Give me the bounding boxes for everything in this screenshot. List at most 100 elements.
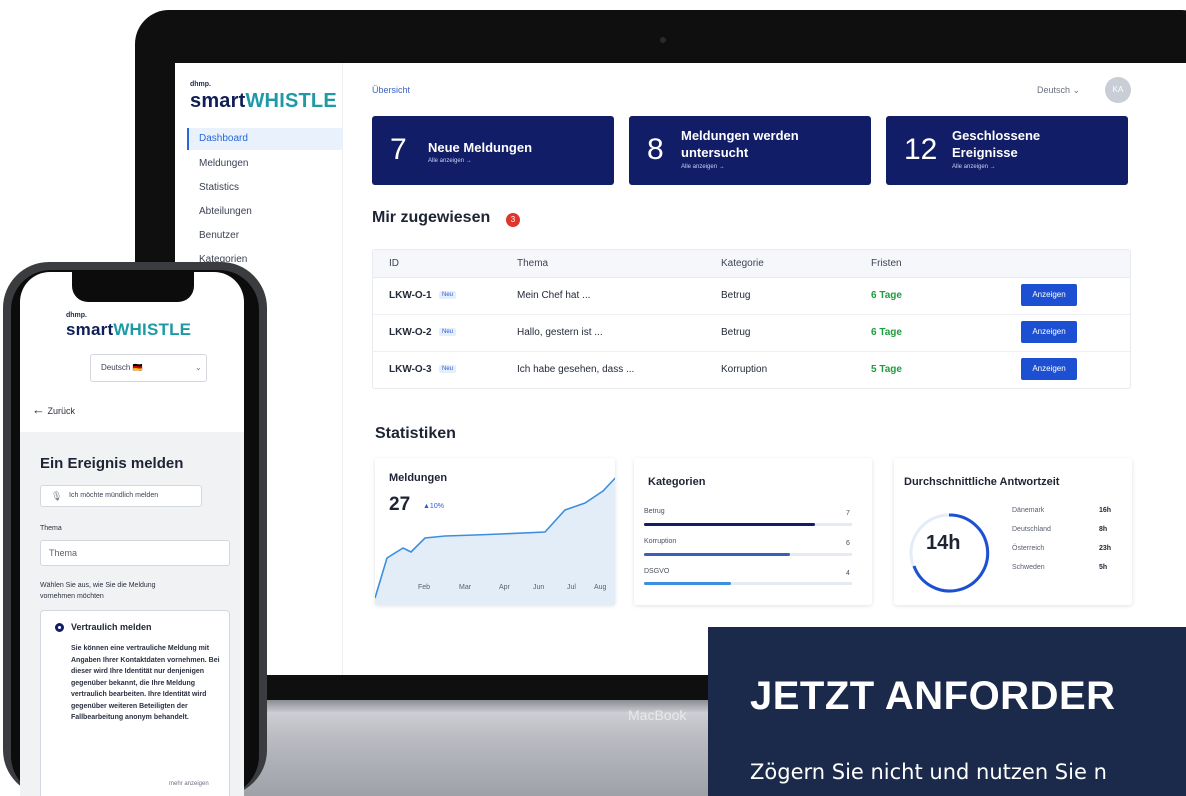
sidebar-item-abteilungen[interactable]: Abteilungen bbox=[187, 201, 343, 223]
column-id[interactable]: ID bbox=[389, 258, 399, 269]
category-bar-fill bbox=[644, 553, 790, 556]
row-topic: Hallo, gestern ist ... bbox=[517, 327, 603, 338]
laptop-camera bbox=[660, 37, 666, 43]
sidebar-item-dashboard[interactable]: Dashboard bbox=[187, 128, 343, 150]
cta-title: JETZT ANFORDER bbox=[750, 674, 1116, 718]
stat-title: Neue Meldungen bbox=[428, 140, 533, 155]
category-label: Korruption bbox=[644, 538, 677, 545]
assigned-count-badge: 3 bbox=[506, 213, 520, 227]
country-hours: 23h bbox=[1099, 545, 1112, 552]
category-bar bbox=[644, 553, 852, 556]
chevron-down-icon: ⌄ bbox=[195, 363, 202, 372]
topic-input[interactable]: Thema bbox=[40, 540, 230, 566]
stat-title-line2: Ereignisse bbox=[952, 145, 1018, 160]
reports-panel: Meldungen 27 ▲10% Feb Mar Apr Jun Jul Au… bbox=[375, 458, 615, 605]
breadcrumb[interactable]: Übersicht bbox=[372, 85, 410, 95]
sidebar-item-benutzer[interactable]: Benutzer bbox=[187, 225, 343, 247]
stage: MacBook dhmp. smartWHISTLE Dashboard Mel… bbox=[0, 0, 1186, 796]
reports-line-chart bbox=[375, 477, 615, 605]
stat-link[interactable]: Alle anzeigen → bbox=[681, 164, 725, 170]
table-header: ID Thema Kategorie Fristen bbox=[373, 250, 1130, 278]
month-label: Feb bbox=[418, 584, 431, 591]
category-bar bbox=[644, 582, 852, 585]
new-badge: Neu bbox=[439, 291, 457, 299]
category-bar-fill bbox=[644, 523, 815, 526]
stat-card-closed[interactable]: 12 Geschlossene Ereignisse Alle anzeigen… bbox=[886, 116, 1128, 185]
dashboard-screen: dhmp. smartWHISTLE Dashboard Meldungen S… bbox=[175, 63, 1186, 675]
sidebar-item-meldungen[interactable]: Meldungen bbox=[187, 153, 343, 175]
row-category: Betrug bbox=[721, 327, 751, 338]
stat-link[interactable]: Alle anzeigen → bbox=[428, 158, 472, 164]
avatar[interactable]: KA bbox=[1105, 77, 1131, 103]
column-topic[interactable]: Thema bbox=[517, 258, 548, 269]
table-row[interactable]: LKW-O-1 Neu Mein Chef hat ... Betrug 6 T… bbox=[373, 278, 1130, 315]
stat-number: 7 bbox=[390, 133, 407, 166]
brand-prefix: dhmp. bbox=[190, 81, 211, 88]
country-label: Dänemark bbox=[1012, 507, 1045, 514]
stat-number: 12 bbox=[904, 133, 938, 166]
stat-link[interactable]: Alle anzeigen → bbox=[952, 164, 996, 170]
show-more-link[interactable]: mehr anzeigen bbox=[169, 781, 209, 787]
row-topic: Ich habe gesehen, dass ... bbox=[517, 364, 635, 375]
stat-card-investigating[interactable]: 8 Meldungen werden untersucht Alle anzei… bbox=[629, 116, 871, 185]
stat-title-line1: Meldungen werden bbox=[681, 128, 799, 143]
language-select[interactable]: Deutsch ⌄ bbox=[1037, 85, 1080, 96]
report-form: Ein Ereignis melden 🎙 Ich möchte mündlic… bbox=[20, 432, 244, 796]
cta-banner[interactable]: JETZT ANFORDER Zögern Sie nicht und nutz… bbox=[708, 627, 1186, 796]
microphone-icon: 🎙 bbox=[51, 491, 63, 501]
choose-label-line1: Wählen Sie aus, wie Sie die Meldung bbox=[40, 582, 156, 589]
country-label: Österreich bbox=[1012, 545, 1045, 552]
category-value: 6 bbox=[846, 540, 850, 547]
category-bar bbox=[644, 523, 852, 526]
radio-selected-icon[interactable] bbox=[55, 623, 64, 632]
confidential-option-card[interactable]: Vertraulich melden Sie können eine vertr… bbox=[40, 610, 230, 796]
show-button[interactable]: Anzeigen bbox=[1021, 321, 1077, 343]
country-hours: 8h bbox=[1099, 526, 1108, 533]
stat-card-new[interactable]: 7 Neue Meldungen Alle anzeigen → bbox=[372, 116, 614, 185]
table-row[interactable]: LKW-O-3 Neu Ich habe gesehen, dass ... K… bbox=[373, 352, 1130, 389]
phone-screen: dhmp. smartWHISTLE Deutsch 🇩🇪 ⌄ ← Zurück… bbox=[20, 272, 244, 796]
column-category[interactable]: Kategorie bbox=[721, 258, 764, 269]
row-deadline: 6 Tage bbox=[871, 290, 902, 301]
sidebar-item-statistics[interactable]: Statistics bbox=[187, 177, 343, 199]
month-label: Jun bbox=[533, 584, 545, 591]
cta-subtitle: Zögern Sie nicht und nutzen Sie n bbox=[750, 760, 1107, 784]
country-label: Deutschland bbox=[1012, 526, 1051, 533]
choose-label-line2: vornehmen möchten bbox=[40, 593, 104, 600]
show-button[interactable]: Anzeigen bbox=[1021, 284, 1077, 306]
phone-language-select[interactable]: Deutsch 🇩🇪 ⌄ bbox=[90, 354, 207, 382]
statistics-heading: Statistiken bbox=[375, 425, 456, 442]
option-description: Sie können eine vertrauliche Meldung mit… bbox=[71, 645, 220, 721]
back-link[interactable]: ← Zurück bbox=[32, 402, 75, 417]
country-hours: 16h bbox=[1099, 507, 1112, 514]
table-row[interactable]: LKW-O-2 Neu Hallo, gestern ist ... Betru… bbox=[373, 315, 1130, 352]
laptop-label: MacBook bbox=[628, 707, 687, 723]
phone-notch bbox=[72, 272, 194, 302]
response-average: 14h bbox=[926, 532, 961, 554]
column-deadline[interactable]: Fristen bbox=[871, 258, 902, 269]
row-deadline: 6 Tage bbox=[871, 327, 902, 338]
assigned-heading: Mir zugewiesen bbox=[372, 209, 491, 226]
new-badge: Neu bbox=[439, 365, 457, 373]
option-title: Vertraulich melden bbox=[71, 622, 152, 632]
category-value: 4 bbox=[846, 570, 850, 577]
category-value: 7 bbox=[846, 510, 850, 517]
row-category: Betrug bbox=[721, 290, 751, 301]
month-label: Mar bbox=[459, 584, 472, 591]
oral-report-button[interactable]: 🎙 Ich möchte mündlich melden bbox=[40, 485, 202, 507]
show-button[interactable]: Anzeigen bbox=[1021, 358, 1077, 380]
assigned-table: ID Thema Kategorie Fristen LKW-O-1 Neu M… bbox=[372, 249, 1131, 389]
categories-panel: Kategorien Betrug 7 Korruption 6 DSGVO 4 bbox=[634, 458, 872, 605]
month-label: Aug bbox=[594, 584, 607, 591]
phone-brand-prefix: dhmp. bbox=[66, 312, 87, 319]
response-time-panel: Durchschnittliche Antwortzeit 14h Dänema… bbox=[894, 458, 1132, 605]
topic-label: Thema bbox=[40, 525, 62, 532]
category-bar-fill bbox=[644, 582, 732, 585]
category-label: DSGVO bbox=[644, 568, 670, 575]
stat-number: 8 bbox=[647, 133, 664, 166]
row-topic: Mein Chef hat ... bbox=[517, 290, 591, 301]
form-heading: Ein Ereignis melden bbox=[40, 455, 184, 472]
row-id: LKW-O-3 bbox=[389, 364, 432, 375]
country-hours: 5h bbox=[1099, 564, 1108, 571]
month-label: Jul bbox=[567, 584, 576, 591]
